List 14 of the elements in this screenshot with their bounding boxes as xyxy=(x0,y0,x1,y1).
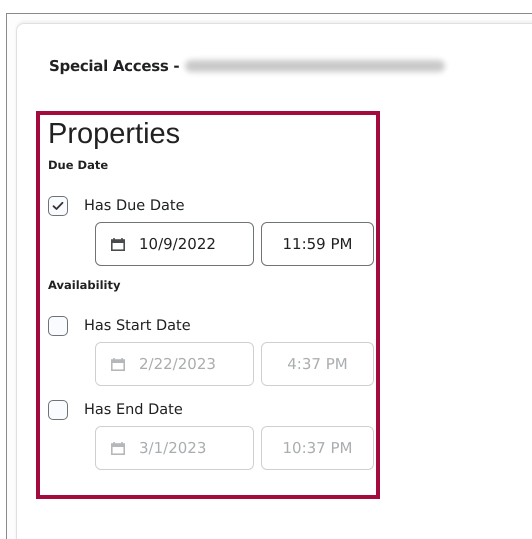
time-field[interactable]: 11:59 PM xyxy=(261,222,374,266)
checkbox-label: Has End Date xyxy=(84,402,183,418)
checkbox[interactable] xyxy=(48,196,68,216)
checkbox-label: Has Due Date xyxy=(84,198,184,214)
calendar-icon xyxy=(111,358,125,370)
date-field[interactable]: 10/9/2022 xyxy=(95,222,254,266)
dialog-title: Special Access - xyxy=(49,57,180,75)
check-icon xyxy=(52,201,64,211)
calendar-icon xyxy=(111,442,125,454)
properties-heading: Properties xyxy=(48,117,182,151)
checkbox-label: Has Start Date xyxy=(84,318,191,334)
calendar-icon xyxy=(111,238,125,250)
section-heading: Availability xyxy=(48,278,122,294)
section-heading: Due Date xyxy=(48,158,110,174)
